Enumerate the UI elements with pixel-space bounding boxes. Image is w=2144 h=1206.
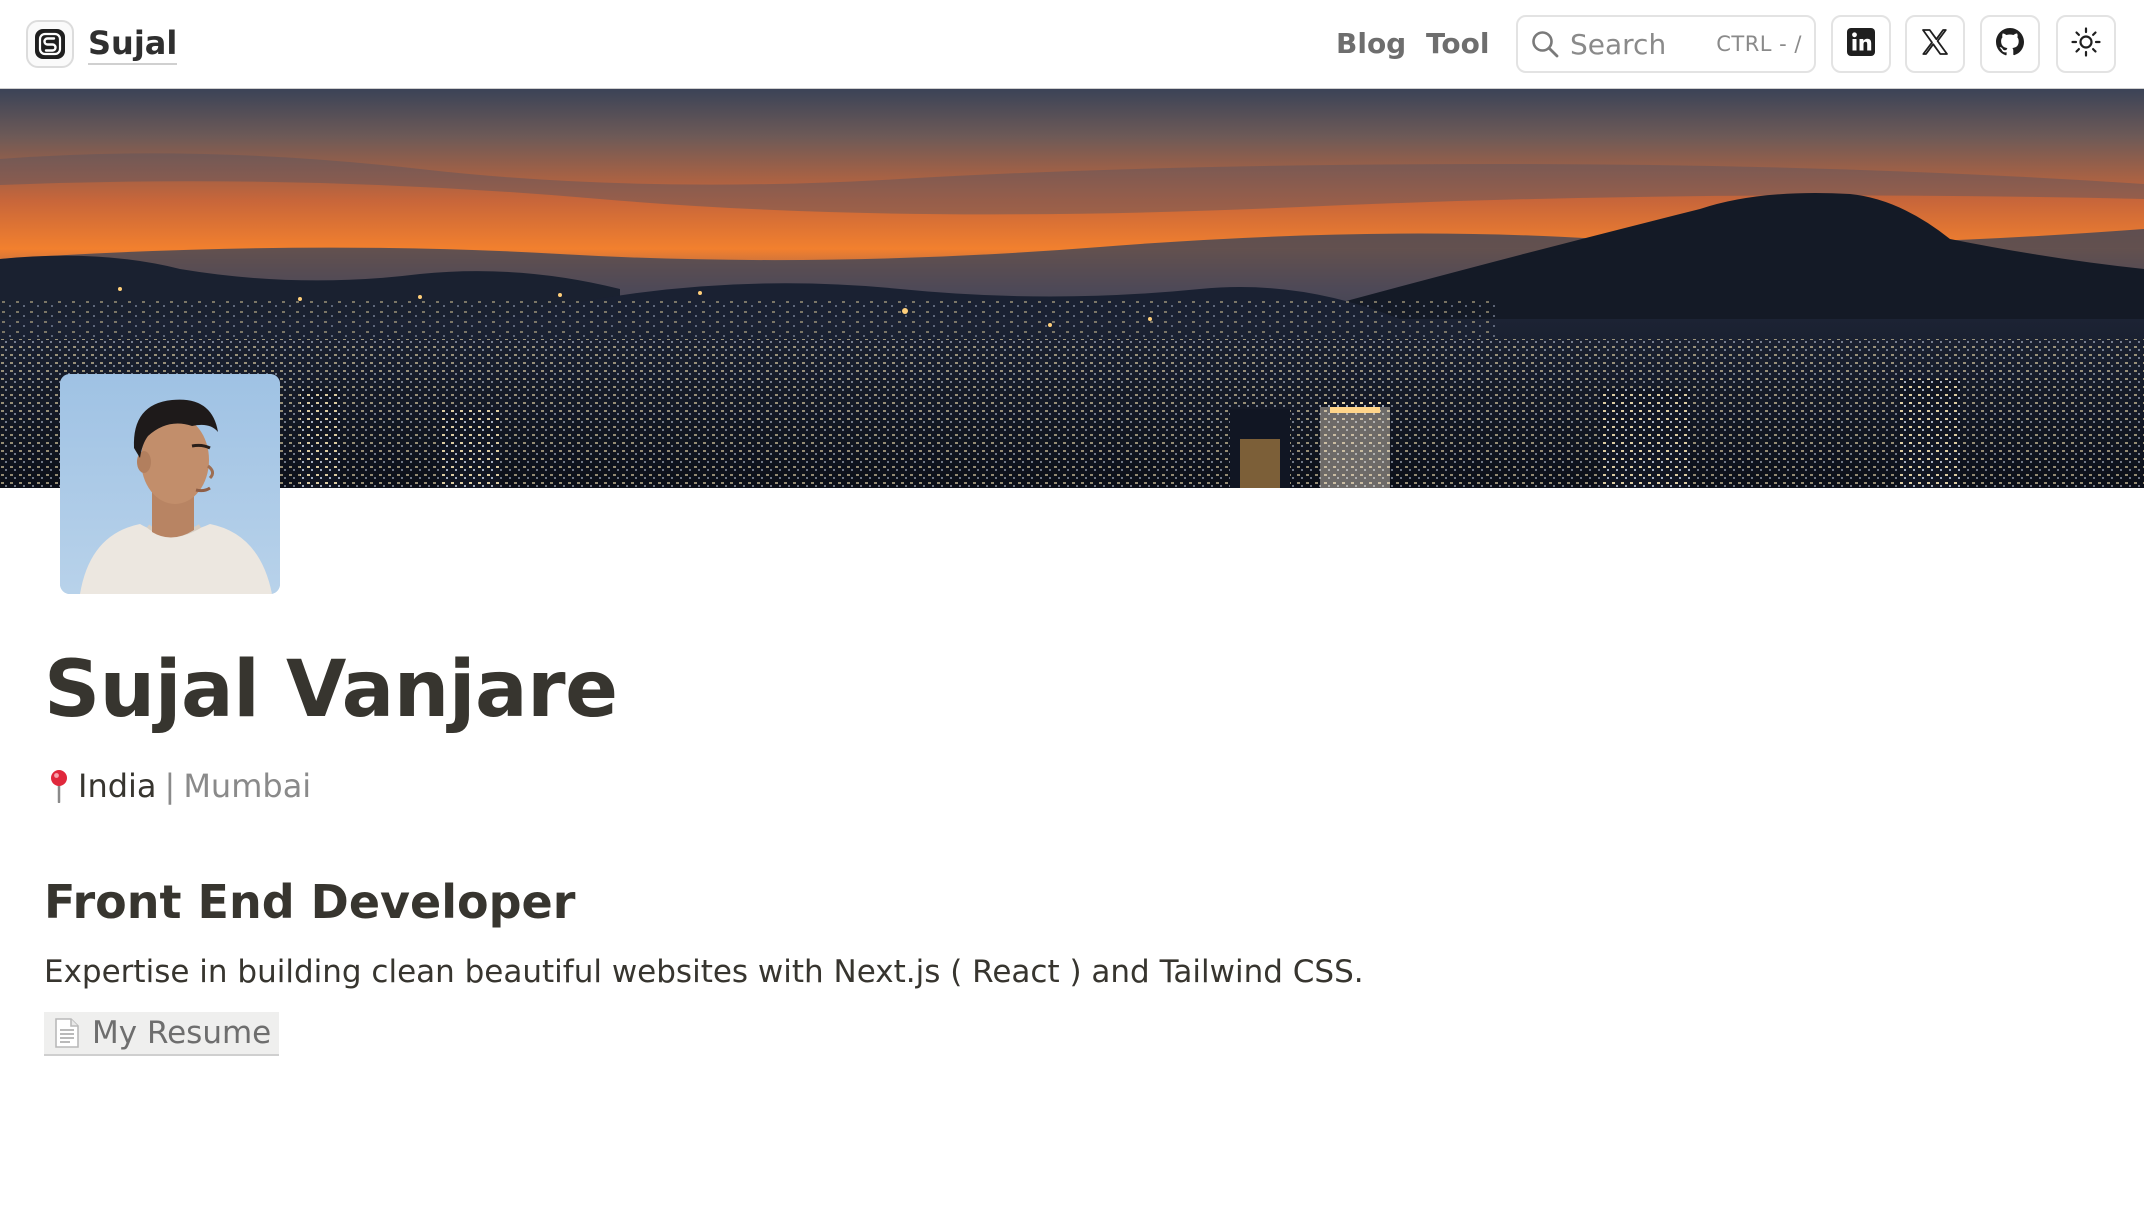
brand-logo-icon xyxy=(26,20,74,68)
sun-icon xyxy=(2070,26,2102,62)
x-twitter-button[interactable] xyxy=(1905,15,1965,73)
search-shortcut-hint: CTRL - / xyxy=(1716,32,1802,56)
x-icon xyxy=(1921,28,1949,60)
location-line: India | Mumbai xyxy=(44,764,311,808)
nav-blog-link[interactable]: Blog xyxy=(1336,24,1406,64)
brand-name: Sujal xyxy=(88,23,178,65)
top-header: Sujal Blog Tool Search CTRL - / xyxy=(0,0,2144,88)
location-separator: | xyxy=(164,767,176,805)
nav-tool-link[interactable]: Tool xyxy=(1426,24,1489,64)
theme-toggle-button[interactable] xyxy=(2056,15,2116,73)
brand-home-link[interactable]: Sujal xyxy=(26,20,178,68)
profile-description: Expertise in building clean beautiful we… xyxy=(44,954,1364,990)
location-city: Mumbai xyxy=(183,767,312,805)
role-heading: Front End Developer xyxy=(44,875,576,929)
github-button[interactable] xyxy=(1980,15,2040,73)
search-icon xyxy=(1528,27,1562,61)
location-country: India xyxy=(78,767,157,805)
linkedin-button[interactable] xyxy=(1831,15,1891,73)
page-title: Sujal Vanjare xyxy=(44,645,618,735)
document-icon xyxy=(54,1017,80,1049)
profile-avatar xyxy=(60,374,280,594)
search-button[interactable]: Search CTRL - / xyxy=(1516,15,1816,73)
linkedin-icon xyxy=(1846,27,1876,61)
city-skyline-illustration xyxy=(0,89,2144,488)
avatar-portrait xyxy=(60,374,280,594)
cover-image xyxy=(0,88,2144,488)
search-placeholder: Search xyxy=(1570,27,1667,61)
resume-label: My Resume xyxy=(92,1015,272,1051)
pin-icon xyxy=(44,764,74,808)
resume-link[interactable]: My Resume xyxy=(44,1012,280,1056)
github-icon xyxy=(1994,26,2026,62)
